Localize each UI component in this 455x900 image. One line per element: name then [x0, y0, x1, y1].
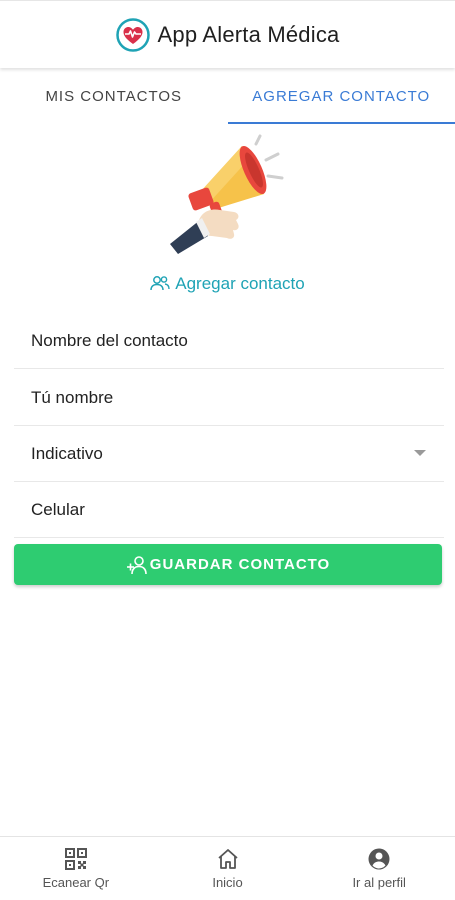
tab-mis-contactos[interactable]: MIS CONTACTOS [0, 68, 228, 124]
user-add-icon [126, 555, 147, 574]
save-contact-label: GUARDAR CONTACTO [149, 556, 331, 573]
add-contact-label: Agregar contacto [175, 274, 305, 293]
nav-item-profile[interactable]: Ir al perfil [303, 837, 455, 900]
contact-name-field[interactable]: Nombre del contacto [14, 313, 444, 369]
your-name-field[interactable]: Tú nombre [14, 370, 444, 426]
app-header: App Alerta Médica [0, 0, 455, 68]
account-circle-icon [368, 848, 390, 870]
heart-pulse-icon [115, 17, 150, 52]
add-contact-section-label: Agregar contacto [0, 274, 455, 294]
app-title: App Alerta Médica [157, 21, 340, 47]
qr-code-icon [64, 848, 87, 870]
country-prefix-placeholder: Indicativo [31, 443, 103, 463]
nav-label-home: Inicio [212, 875, 243, 890]
megaphone-icon [170, 134, 284, 254]
nav-item-scan-qr[interactable]: Ecanear Qr [0, 837, 152, 900]
phone-placeholder: Celular [31, 499, 85, 519]
bottom-nav: Ecanear Qr Inicio Ir al perfil [0, 836, 455, 900]
tab-bar: MIS CONTACTOS AGREGAR CONTACTO [0, 68, 455, 124]
tab-agregar-contacto[interactable]: AGREGAR CONTACTO [227, 68, 455, 124]
your-name-placeholder: Tú nombre [31, 387, 114, 407]
country-prefix-select[interactable]: Indicativo [14, 426, 444, 482]
chevron-down-icon [414, 450, 426, 456]
home-icon [217, 849, 238, 869]
phone-field[interactable]: Celular [14, 482, 444, 538]
save-contact-button[interactable]: GUARDAR CONTACTO [14, 544, 442, 585]
users-icon [150, 276, 170, 291]
nav-item-home[interactable]: Inicio [152, 837, 304, 900]
nav-label-scan-qr: Ecanear Qr [42, 875, 110, 890]
nav-label-profile: Ir al perfil [352, 875, 406, 890]
contact-name-placeholder: Nombre del contacto [31, 330, 188, 350]
